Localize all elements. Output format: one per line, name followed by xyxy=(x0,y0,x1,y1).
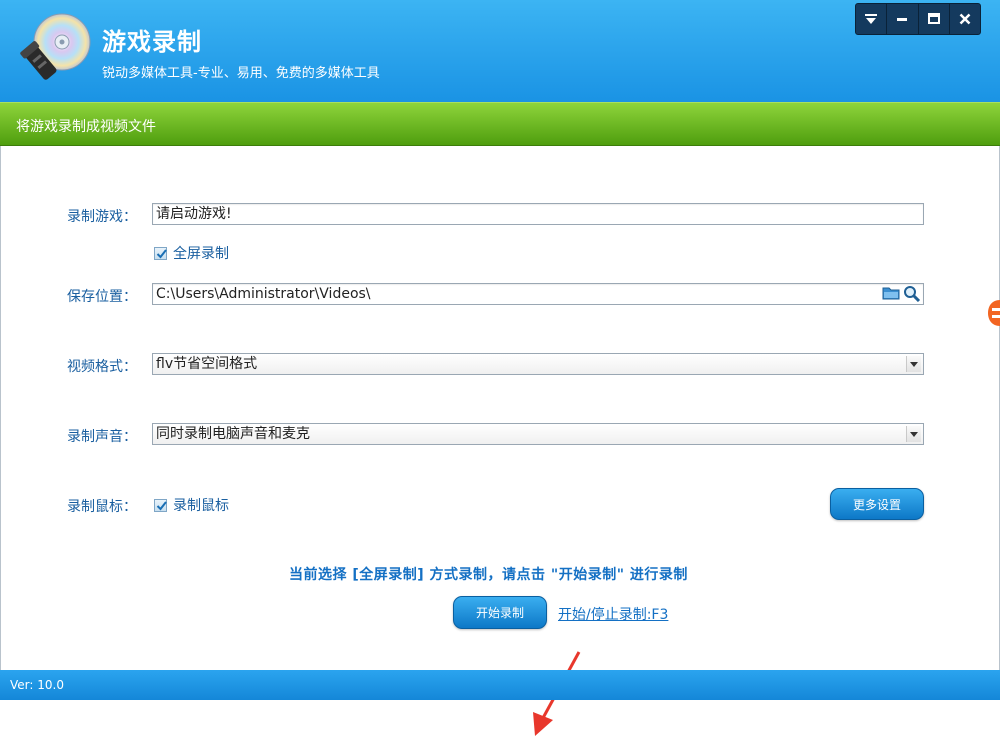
audio-label: 录制声音： xyxy=(67,429,137,445)
game-field[interactable]: 请启动游戏! xyxy=(152,203,924,225)
fullscreen-option[interactable]: 全屏录制 xyxy=(154,243,229,263)
mouse-checkbox-label: 录制鼠标 xyxy=(173,498,229,514)
folder-icon[interactable] xyxy=(882,285,900,301)
version-label: Ver: 10.0 xyxy=(10,678,64,692)
audio-value: 同时录制电脑声音和麦克 xyxy=(156,426,310,442)
close-icon xyxy=(959,13,971,25)
hint-text: 当前选择 [全屏录制] 方式录制，请点击 "开始录制" 进行录制 xyxy=(289,567,688,583)
fullscreen-checkbox[interactable] xyxy=(154,246,167,260)
save-location-value: C:\Users\Administrator\Videos\ xyxy=(156,286,371,302)
mouse-option[interactable]: 录制鼠标 xyxy=(154,495,229,515)
audio-select[interactable]: 同时录制电脑声音和麦克 xyxy=(152,423,924,445)
start-record-button[interactable]: 开始录制 xyxy=(453,596,547,629)
window-controls xyxy=(855,3,981,35)
check-icon xyxy=(156,500,167,511)
menu-button[interactable] xyxy=(856,4,888,34)
search-icon[interactable] xyxy=(903,285,921,302)
game-label: 录制游戏： xyxy=(67,209,137,225)
path-icons xyxy=(882,285,921,302)
maximize-button[interactable] xyxy=(919,4,950,34)
chevron-down-icon xyxy=(910,361,918,367)
more-settings-button[interactable]: 更多设置 xyxy=(830,488,924,520)
main-panel: 录制游戏： 请启动游戏! 全屏录制 保存位置： C:\Users\Adminis… xyxy=(0,146,1000,736)
minimize-button[interactable] xyxy=(887,4,919,34)
banner-text: 将游戏录制成视频文件 xyxy=(16,119,156,135)
app-title: 游戏录制 xyxy=(102,28,202,56)
video-format-select[interactable]: flv节省空间格式 xyxy=(152,353,924,375)
hotkey-link[interactable]: 开始/停止录制:F3 xyxy=(558,604,668,624)
disc-logo-icon xyxy=(20,13,91,80)
app-subtitle: 锐动多媒体工具-专业、易用、免费的多媒体工具 xyxy=(102,66,380,81)
status-bar: Ver: 10.0 xyxy=(0,670,1000,700)
chevron-down-icon xyxy=(910,431,918,437)
section-banner: 将游戏录制成视频文件 xyxy=(0,102,1000,146)
save-location-field[interactable]: C:\Users\Administrator\Videos\ xyxy=(152,283,924,305)
check-icon xyxy=(156,248,167,259)
title-bar: 游戏录制 锐动多媒体工具-专业、易用、免费的多媒体工具 xyxy=(0,0,1000,102)
mouse-label: 录制鼠标： xyxy=(67,499,137,515)
mouse-checkbox[interactable] xyxy=(154,498,167,512)
minimize-icon xyxy=(897,18,908,21)
fullscreen-label: 全屏录制 xyxy=(173,246,229,262)
dropdown-arrow-button[interactable] xyxy=(906,426,921,442)
save-location-label: 保存位置： xyxy=(67,289,137,305)
maximize-icon xyxy=(927,13,940,24)
video-format-label: 视频格式： xyxy=(67,359,137,375)
video-format-value: flv节省空间格式 xyxy=(156,356,258,372)
dropdown-arrow-button[interactable] xyxy=(906,356,921,372)
side-widget-icon[interactable] xyxy=(986,298,1000,328)
menu-icon xyxy=(865,14,878,24)
close-button[interactable] xyxy=(950,4,980,34)
